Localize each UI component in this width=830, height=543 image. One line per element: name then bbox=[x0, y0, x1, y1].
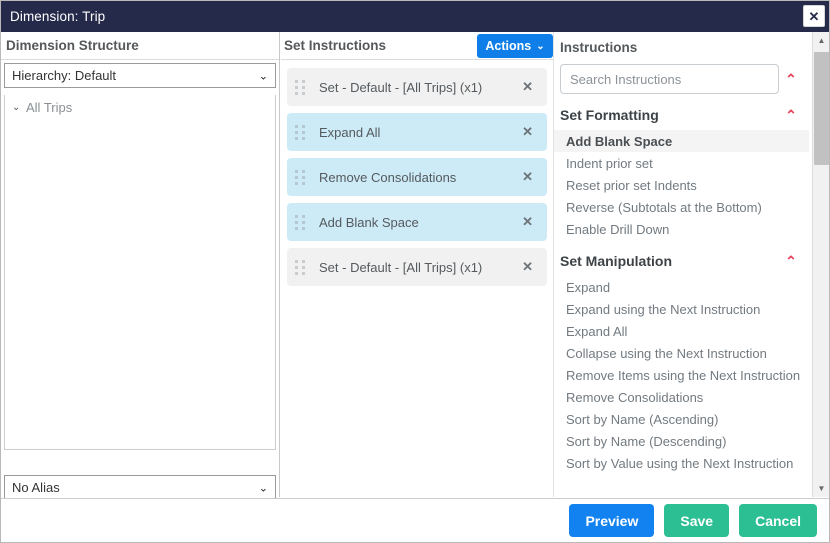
tree-item-all-trips[interactable]: ⌄ All Trips bbox=[5, 95, 275, 119]
instruction-option[interactable]: Expand All bbox=[554, 320, 809, 342]
instruction-card[interactable]: Add Blank Space ✕ bbox=[287, 203, 547, 241]
instruction-card-label: Set - Default - [All Trips] (x1) bbox=[319, 260, 482, 275]
instructions-search-row: ⌃ bbox=[554, 64, 809, 94]
instruction-option[interactable]: Reset prior set Indents bbox=[554, 174, 809, 196]
instruction-option[interactable]: Expand using the Next Instruction bbox=[554, 298, 809, 320]
set-instructions-header: Set Instructions bbox=[284, 38, 386, 53]
instruction-option[interactable]: Indent prior set bbox=[554, 152, 809, 174]
cancel-button[interactable]: Cancel bbox=[739, 504, 817, 537]
instructions-panel: Instructions ⌃ Set Formatting⌃Add Blank … bbox=[553, 32, 809, 497]
chevron-down-icon: ⌄ bbox=[536, 41, 544, 52]
instruction-option[interactable]: Sort by Name (Descending) bbox=[554, 430, 809, 452]
instruction-group-title: Set Manipulation bbox=[560, 253, 779, 269]
remove-instruction-icon[interactable]: ✕ bbox=[522, 259, 533, 275]
instruction-groups: Set Formatting⌃Add Blank SpaceIndent pri… bbox=[554, 100, 809, 474]
dimension-structure-panel: Dimension Structure Hierarchy: Default ⌄… bbox=[1, 32, 280, 497]
save-button[interactable]: Save bbox=[664, 504, 729, 537]
drag-handle-icon[interactable] bbox=[295, 215, 317, 230]
hierarchy-select-value: Hierarchy: Default bbox=[12, 68, 116, 83]
chevron-up-icon[interactable]: ⌃ bbox=[779, 254, 803, 268]
remove-instruction-icon[interactable]: ✕ bbox=[522, 214, 533, 230]
collapse-all-icon[interactable]: ⌃ bbox=[779, 72, 803, 86]
scroll-up-icon[interactable]: ▲ bbox=[813, 32, 830, 49]
chevron-down-icon: ⌄ bbox=[12, 102, 26, 113]
drag-handle-icon[interactable] bbox=[295, 80, 317, 95]
dialog-footer: Preview Save Cancel bbox=[1, 498, 829, 542]
instruction-card[interactable]: Set - Default - [All Trips] (x1) ✕ bbox=[287, 68, 547, 106]
instruction-card-label: Set - Default - [All Trips] (x1) bbox=[319, 80, 482, 95]
dimension-tree[interactable]: ⌄ All Trips bbox=[4, 95, 276, 450]
preview-button[interactable]: Preview bbox=[569, 504, 654, 537]
instruction-card[interactable]: Remove Consolidations ✕ bbox=[287, 158, 547, 196]
drag-handle-icon[interactable] bbox=[295, 260, 317, 275]
chevron-down-icon: ⌄ bbox=[259, 69, 268, 82]
actions-button[interactable]: Actions ⌄ bbox=[477, 34, 553, 58]
instruction-option[interactable]: Expand bbox=[554, 276, 809, 298]
set-instructions-panel: Set Instructions Actions ⌄ Set - Default… bbox=[281, 32, 553, 497]
dialog-title: Dimension: Trip bbox=[1, 9, 105, 24]
actions-button-label: Actions bbox=[485, 39, 531, 53]
alias-select-value: No Alias bbox=[12, 480, 60, 495]
scroll-down-icon[interactable]: ▼ bbox=[813, 480, 830, 497]
instruction-card-label: Remove Consolidations bbox=[319, 170, 456, 185]
instructions-scrollbar[interactable]: ▲ ▼ bbox=[812, 32, 829, 497]
instruction-option[interactable]: Collapse using the Next Instruction bbox=[554, 342, 809, 364]
instructions-header: Instructions bbox=[554, 32, 809, 62]
set-instructions-header-row: Set Instructions Actions ⌄ bbox=[281, 32, 553, 60]
set-instructions-list: Set - Default - [All Trips] (x1)✕Expand … bbox=[281, 60, 553, 286]
remove-instruction-icon[interactable]: ✕ bbox=[522, 124, 533, 140]
instruction-option[interactable]: Add Blank Space bbox=[554, 130, 809, 152]
scrollbar-thumb[interactable] bbox=[814, 52, 829, 165]
tree-item-label: All Trips bbox=[26, 100, 72, 115]
search-instructions-input[interactable] bbox=[560, 64, 779, 94]
chevron-down-icon: ⌄ bbox=[259, 481, 268, 494]
instruction-card-label: Add Blank Space bbox=[319, 215, 419, 230]
instruction-group-header[interactable]: Set Manipulation⌃ bbox=[554, 246, 809, 276]
instruction-option[interactable]: Sort by Name (Ascending) bbox=[554, 408, 809, 430]
remove-instruction-icon[interactable]: ✕ bbox=[522, 169, 533, 185]
instruction-option[interactable]: Remove Items using the Next Instruction bbox=[554, 364, 809, 386]
instruction-option[interactable]: Sort by Value using the Next Instruction bbox=[554, 452, 809, 474]
dimension-structure-header: Dimension Structure bbox=[1, 32, 279, 60]
alias-select[interactable]: No Alias ⌄ bbox=[4, 475, 276, 500]
instruction-option[interactable]: Reverse (Subtotals at the Bottom) bbox=[554, 196, 809, 218]
instruction-card[interactable]: Expand All ✕ bbox=[287, 113, 547, 151]
instruction-card[interactable]: Set - Default - [All Trips] (x1) ✕ bbox=[287, 248, 547, 286]
remove-instruction-icon[interactable]: ✕ bbox=[522, 79, 533, 95]
instruction-card-label: Expand All bbox=[319, 125, 380, 140]
instruction-option[interactable]: Enable Drill Down bbox=[554, 218, 809, 240]
close-icon[interactable]: ✕ bbox=[803, 5, 825, 27]
dialog-titlebar: Dimension: Trip ✕ bbox=[1, 1, 830, 32]
instruction-group-title: Set Formatting bbox=[560, 107, 779, 123]
drag-handle-icon[interactable] bbox=[295, 125, 317, 140]
instruction-option[interactable]: Remove Consolidations bbox=[554, 386, 809, 408]
chevron-up-icon[interactable]: ⌃ bbox=[779, 108, 803, 122]
drag-handle-icon[interactable] bbox=[295, 170, 317, 185]
instruction-group-header[interactable]: Set Formatting⌃ bbox=[554, 100, 809, 130]
dimension-editor-dialog: Dimension: Trip ✕ Dimension Structure Hi… bbox=[0, 0, 830, 543]
hierarchy-select[interactable]: Hierarchy: Default ⌄ bbox=[4, 63, 276, 88]
